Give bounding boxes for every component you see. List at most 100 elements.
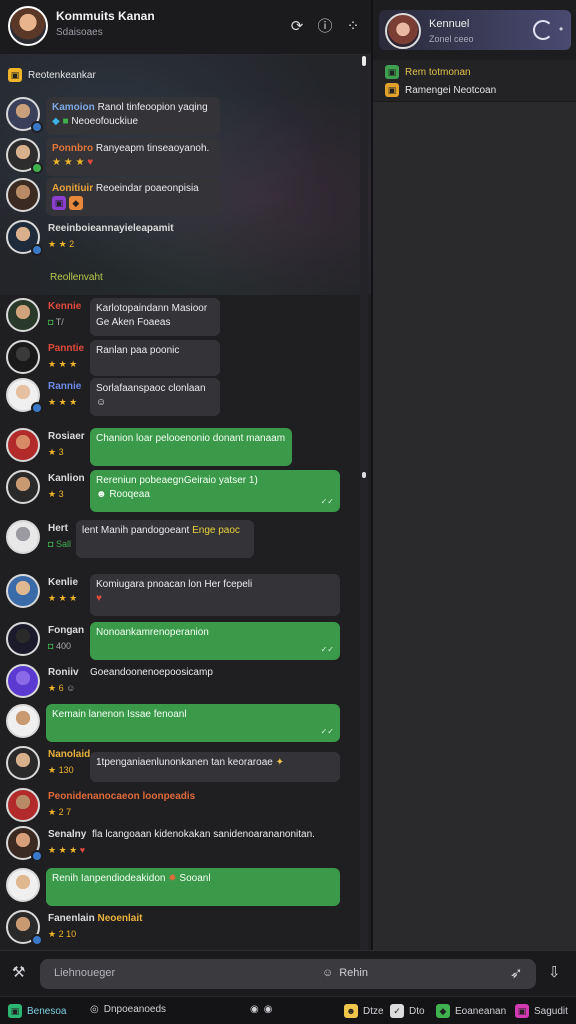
info-icon[interactable]: ⓘ [314,16,336,38]
message-bubble[interactable]: Sorlafaanspaoc clonlaan ☺ [90,378,220,416]
username[interactable]: Roniiv [48,667,79,678]
username[interactable]: Reeinboieannayieleapamit [48,223,174,234]
message-meta: ★ 130 [48,765,74,776]
rating-stars: ★ ★ 2 [48,239,75,249]
username[interactable]: Panntie [48,343,84,354]
grid-icon[interactable]: ⁘ [342,16,364,38]
send-icon[interactable]: ➶ [510,964,523,982]
message-bubble[interactable]: Komiugara pnoacan lon Her fcepeli ♥ [90,574,340,616]
download-icon[interactable]: ⇩ [548,963,561,981]
message-bubble[interactable]: Rereniun pobeaegnGeiraio yatser 1) ☻ Roo… [90,470,340,512]
message-bubble[interactable]: Kamoion Ranol tinfeoopion yaqing ◆ ■ Neo… [46,97,220,135]
channel-avatar[interactable] [8,6,48,46]
chat-message: Reeinboieannayieleapamit ★ ★ 2 [6,220,226,260]
side-link-label: Rem totmonan [405,66,471,78]
footer-item[interactable]: ☻ Dtze [344,1004,384,1018]
rating-stars: ★ 6 [48,683,64,693]
profile-card[interactable]: Kennuel Zonel ceeo • [379,10,571,50]
username-line[interactable]: Fanenlain Neoenlait [48,913,142,924]
footer-item[interactable]: ▣ Sagudit [515,1004,568,1018]
chat-message: Fanenlain Neoenlait ★ 2 10 [6,910,346,946]
attach-icon[interactable]: ⚒ [12,963,25,981]
message-bubble[interactable]: Nonoankamrenoperanion ✓✓ [90,622,340,660]
dot-icon[interactable]: • [559,22,563,36]
avatar[interactable] [6,622,40,656]
username[interactable]: Peonidenanocaeon loonpeadis [48,791,195,802]
username[interactable]: Hert [48,523,68,534]
message-bubble[interactable]: Chanion loar pelooenonio donant manaam [90,428,292,466]
compose-mid[interactable]: ☺ Rehin [322,967,368,979]
username[interactable]: Kenlie [48,577,78,588]
avatar[interactable] [6,298,40,332]
message-text: Ranlan paa poonic [96,345,180,356]
footer-item[interactable]: ◎ Dnpoeanoeds [90,1004,166,1015]
moon-icon[interactable] [533,20,553,40]
footer-item[interactable]: ◉ ◉ [250,1004,272,1015]
side-link-label: Ramengei Neotcoan [405,84,497,96]
chat-message: Senalny fla lcangoaan kidenokakan sanide… [6,826,346,864]
message-bubble[interactable]: Kemain lanenon Issae fenoanl ✓✓ [46,704,340,742]
profile-avatar[interactable] [385,13,421,49]
avatar[interactable] [6,428,40,462]
message-text: Neoenlait [97,913,143,924]
message-text: Reoeindar poaeonpisia [95,183,199,194]
message-bubble[interactable]: Aonitiuir Reoeindar poaeonpisia ▣ ◆ [46,178,220,216]
message-bubble[interactable]: Karlotopaindann Masioor Ge Aken Foaeas [90,298,220,336]
message-text: Ranol tinfeoopion yaqing [97,102,208,113]
rating-stars: ★ ★ ★ [52,157,85,168]
message-meta: ◘ T/ [48,317,64,327]
scrollbar-thumb[interactable] [362,56,366,66]
message-meta: ★ 3 [48,447,64,458]
username[interactable]: Rannie [48,381,81,392]
pinned-message[interactable]: ▣ Reotenkeankar [8,66,96,84]
avatar[interactable] [6,574,40,608]
avatar[interactable] [6,704,40,738]
username[interactable]: Nanolaid [48,749,90,760]
message-bubble[interactable]: 1tpenganiaenlunonkanen tan keoraroae ✦ [90,752,340,782]
footer-item[interactable]: ✓ Dto [390,1004,425,1018]
avatar[interactable] [6,664,40,698]
avatar[interactable] [6,746,40,780]
message-highlight: Enge paoc [192,525,240,536]
verified-badge-icon [31,934,43,946]
heart-icon: ♥ [79,845,86,855]
username[interactable]: Rosiaer [48,431,85,442]
message-bubble[interactable]: lent Manih pandogoeant Enge paoc [76,520,254,558]
username[interactable]: Aonitiuir [52,183,93,194]
username[interactable]: Renih [52,873,78,884]
avatar[interactable] [6,340,40,374]
message-text-line2: Rooqeaa [109,489,150,500]
avatar[interactable] [6,520,40,554]
username[interactable]: Kanlion [48,473,85,484]
side-link[interactable]: ▣ Rem totmonan [385,65,471,79]
message-text: Kemain lanenon Issae fenoanl [52,709,187,720]
footer-item[interactable]: ▣ Benesoa [8,1004,66,1018]
app-icon: ▣ [515,1004,529,1018]
username[interactable]: Ponnbro [52,143,93,154]
message-input[interactable]: Liehnoueger ☺ Rehin ➶ [40,959,536,989]
username[interactable]: Fanenlain [48,913,95,924]
chat-message: Kennie ◘ T/ Karlotopaindann Masioor Ge A… [6,298,226,338]
chat-scrollbar[interactable] [360,55,368,950]
message-meta: ★ ★ ★ [48,359,77,370]
side-link[interactable]: ▣ Ramengei Neotcoan [385,83,496,97]
avatar[interactable] [6,868,40,902]
refresh-icon[interactable]: ⟳ [286,16,308,38]
username[interactable]: Kennie [48,301,81,312]
avatar[interactable] [6,470,40,504]
message-text: Goeandoonenoepoosicamp [90,667,213,678]
footer-label: Benesoa [27,1005,67,1017]
username[interactable]: Senalny [48,829,86,840]
message-bubble[interactable]: Renih Ianpendiodeakidon ✹ Sooanl [46,868,340,906]
avatar[interactable] [6,178,40,212]
message-bubble[interactable]: Ranlan paa poonic [90,340,220,376]
footer-item[interactable]: ◆ Eoaneanan [436,1004,506,1018]
avatar[interactable] [6,788,40,822]
message-text-line2: Neoeofouckiue [71,116,139,127]
rating-stars: ★ 3 [48,447,64,457]
message-meta: ◘ Sall [48,539,71,549]
username[interactable]: Fongan [48,625,84,636]
username[interactable]: Kamoion [52,102,95,113]
footer-label: Sagudit [534,1005,568,1017]
message-bubble[interactable]: Ponnbro Ranyeapm tinseaoyanoh. ★ ★ ★ ♥ [46,138,220,176]
